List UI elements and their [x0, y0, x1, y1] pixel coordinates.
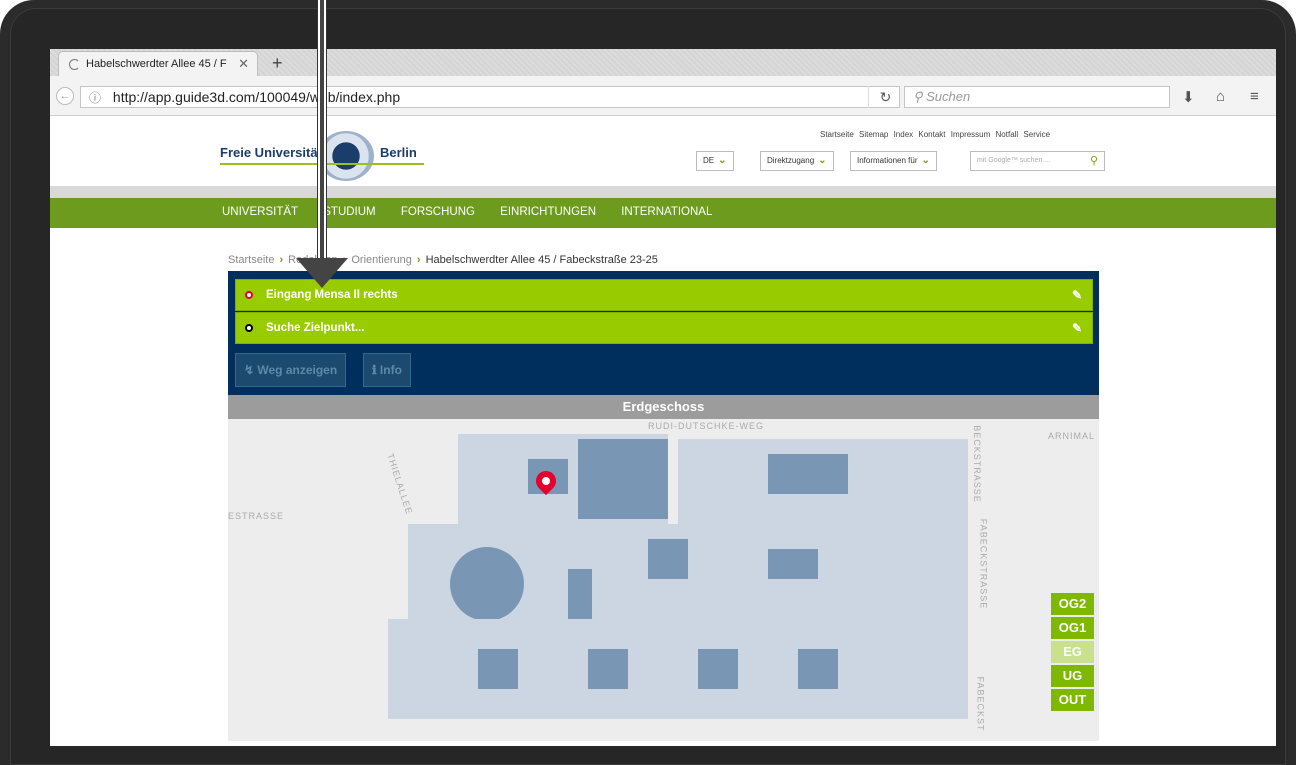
indoor-navigation-app: Eingang Mensa II rechts ✎ Suche Zielpunk… — [228, 271, 1099, 741]
building-block — [588, 649, 628, 689]
floor-og2-button[interactable]: OG2 — [1051, 593, 1094, 615]
street-label: FABECKSTRASSE — [978, 518, 989, 610]
tab-title: Habelschwerdter Allee 45 / F — [86, 58, 227, 70]
show-route-button[interactable]: ↯ Weg anzeigen — [235, 353, 347, 387]
street-label: ARNIMAL — [1048, 431, 1096, 441]
language-dropdown[interactable]: DE ⌄ — [696, 151, 734, 171]
route-icon: ↯ — [244, 363, 258, 377]
start-pin-icon — [245, 291, 253, 299]
main-nav: UNIVERSITÄT STUDIUM FORSCHUNG EINRICHTUN… — [222, 206, 734, 218]
search-icon: ⚲ — [913, 89, 927, 104]
header-divider — [50, 186, 1276, 198]
chevron-down-icon: ⌄ — [921, 155, 930, 166]
library-rotunda — [450, 547, 524, 621]
street-label: THIELALLEE — [385, 452, 415, 516]
edit-icon[interactable]: ✎ — [1072, 280, 1082, 310]
search-placeholder: Suchen — [926, 89, 971, 104]
show-route-label: Weg anzeigen — [257, 363, 338, 377]
chevron-down-icon: ⌄ — [718, 155, 727, 166]
pointer-arrow-icon — [296, 258, 348, 288]
home-icon[interactable]: ⌂ — [1216, 88, 1225, 105]
navigation-toolbar: ← ⓘ http://app.guide3d.com/100049/web/in… — [50, 76, 1276, 116]
breadcrumb: Startseite › Redaktion › Orientierung › Habels… — [228, 254, 658, 266]
language-label: DE — [703, 156, 715, 165]
building-block — [698, 649, 738, 689]
info-button[interactable]: ℹ Info — [363, 353, 411, 387]
building-block — [568, 569, 592, 619]
info-label: Info — [379, 363, 402, 377]
informationen-dropdown[interactable]: Informationen für ⌄ — [850, 151, 937, 171]
search-icon[interactable]: ⚲ — [1090, 152, 1098, 170]
nav-universitaet[interactable]: UNIVERSITÄT — [222, 206, 298, 218]
menu-icon[interactable]: ≡ — [1250, 88, 1259, 105]
mensa-building — [578, 439, 668, 519]
google-placeholder: mit Google™ suchen ... — [977, 157, 1051, 164]
building-wing — [388, 619, 968, 719]
street-label: FABECKST — [975, 676, 986, 732]
direktzugang-label: Direktzugang — [767, 156, 815, 165]
nav-international[interactable]: INTERNATIONAL — [621, 206, 712, 218]
info-icon[interactable]: ⓘ — [89, 91, 101, 105]
loading-icon — [69, 58, 80, 70]
target-point-label: Suche Zielpunkt... — [266, 322, 365, 334]
back-button[interactable]: ← — [56, 87, 74, 105]
floor-og1-button[interactable]: OG1 — [1051, 617, 1094, 639]
reload-icon[interactable]: ↻ — [868, 86, 902, 108]
url-bar[interactable]: ⓘ http://app.guide3d.com/100049/web/inde… — [80, 86, 900, 108]
new-tab-button[interactable]: + — [272, 53, 283, 74]
breadcrumb-orientierung[interactable]: Orientierung — [351, 254, 412, 266]
browser-tab[interactable]: Habelschwerdter Allee 45 / F ✕ — [58, 51, 258, 76]
edit-icon[interactable]: ✎ — [1072, 313, 1082, 343]
google-search-input[interactable]: mit Google™ suchen ... ⚲ — [970, 151, 1105, 171]
nav-forschung[interactable]: FORSCHUNG — [401, 206, 475, 218]
street-label: BECKSTRASSE — [971, 425, 982, 503]
floor-map[interactable]: RUDI-DUTSCHKE-WEG ARNIMAL THIELALLEE EST… — [228, 419, 1099, 741]
chevron-right-icon: › — [416, 254, 421, 266]
website: Freie Universität Berlin Startseite Site… — [50, 116, 1276, 746]
building-block — [768, 549, 818, 579]
building-block — [478, 649, 518, 689]
logo-text-right: Berlin — [380, 145, 417, 160]
direktzugang-dropdown[interactable]: Direktzugang ⌄ — [760, 151, 834, 171]
start-point-field[interactable]: Eingang Mensa II rechts ✎ — [235, 279, 1093, 311]
logo-text-left: Freie Universität — [220, 145, 322, 160]
chevron-right-icon: › — [279, 254, 284, 266]
tab-strip: Habelschwerdter Allee 45 / F ✕ + — [50, 49, 1276, 76]
download-icon[interactable]: ⬇ — [1182, 88, 1195, 106]
breadcrumb-current: Habelschwerdter Allee 45 / Fabeckstraße … — [425, 254, 658, 266]
building-block — [798, 649, 838, 689]
building-block — [648, 539, 688, 579]
service-links[interactable]: Startseite Sitemap Index Kontakt Impress… — [820, 130, 1050, 139]
floor-title: Erdgeschoss — [228, 395, 1099, 419]
browser-search-input[interactable]: ⚲ Suchen — [904, 86, 1170, 108]
street-label: ESTRASSE — [228, 511, 285, 521]
floor-eg-button[interactable]: EG — [1051, 641, 1094, 663]
informationen-label: Informationen für — [857, 156, 918, 165]
target-pin-icon — [245, 324, 253, 332]
nav-studium[interactable]: STUDIUM — [323, 206, 375, 218]
screen: Habelschwerdter Allee 45 / F ✕ + ← ⓘ htt… — [50, 49, 1276, 746]
pointer-arrow-core — [320, 0, 324, 262]
target-point-field[interactable]: Suche Zielpunkt... ✎ — [235, 312, 1093, 344]
url-text: http://app.guide3d.com/100049/web/index.… — [112, 89, 401, 105]
seal-icon — [318, 131, 374, 181]
building-block — [768, 454, 848, 494]
floor-ug-button[interactable]: UG — [1051, 665, 1094, 687]
close-icon[interactable]: ✕ — [238, 56, 249, 72]
street-label: RUDI-DUTSCHKE-WEG — [648, 421, 764, 431]
nav-einrichtungen[interactable]: EINRICHTUNGEN — [500, 206, 596, 218]
floor-out-button[interactable]: OUT — [1051, 689, 1094, 711]
start-point-label: Eingang Mensa II rechts — [266, 289, 398, 301]
chevron-down-icon: ⌄ — [818, 155, 827, 166]
info-icon: ℹ — [372, 363, 380, 377]
breadcrumb-startseite[interactable]: Startseite — [228, 254, 274, 266]
